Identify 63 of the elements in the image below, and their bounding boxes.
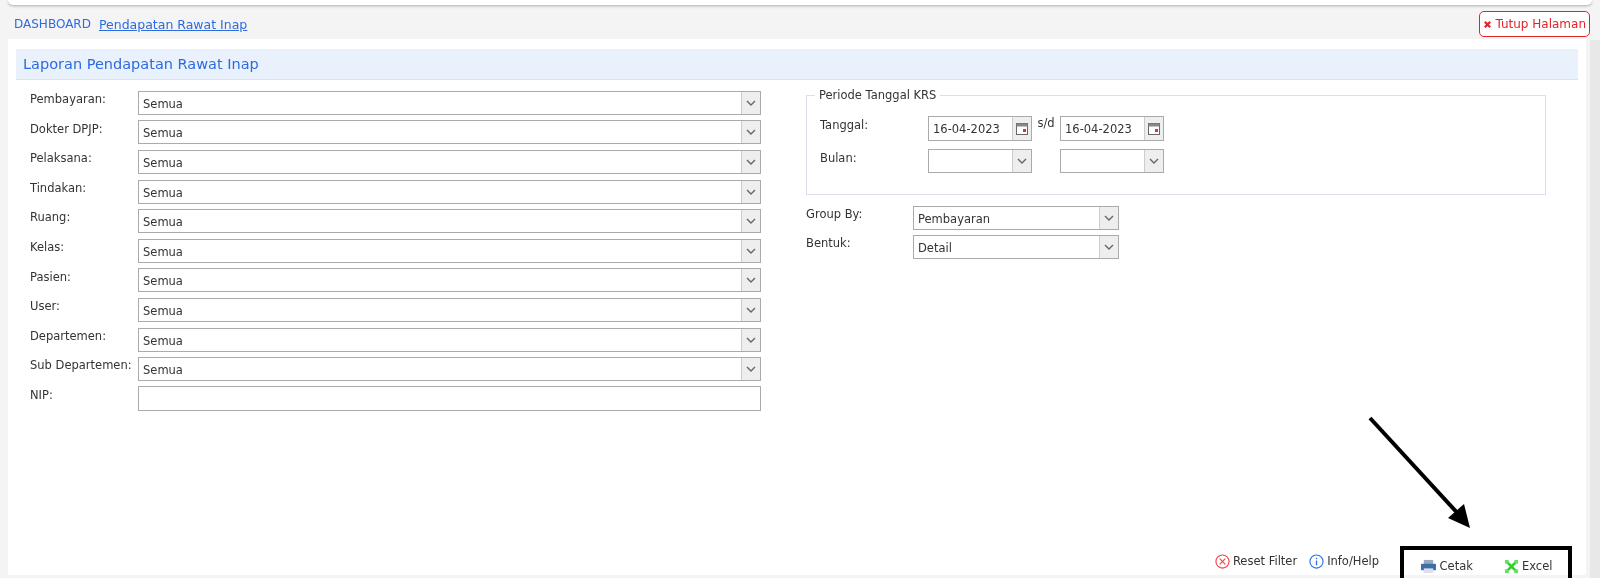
field-label: Dokter DPJP: — [30, 120, 104, 136]
field-label: Pembayaran: — [30, 91, 107, 106]
dropdown-caret-icon[interactable] — [741, 210, 760, 233]
dropdown-caret-icon[interactable] — [741, 239, 760, 262]
calendar-icon[interactable] — [1012, 117, 1031, 140]
dropdown-caret-icon[interactable] — [741, 358, 760, 381]
dropdown-field[interactable]: Semua — [138, 327, 761, 352]
dropdown-field[interactable]: Semua — [138, 238, 761, 263]
dropdown-field[interactable]: Semua — [138, 209, 761, 234]
fieldset-legend: Periode Tanggal KRS — [815, 88, 941, 102]
print-button[interactable]: Cetak — [1416, 558, 1476, 574]
field-label: Kelas: — [30, 238, 66, 254]
dropdown-caret-icon[interactable] — [1144, 150, 1163, 172]
dropdown-field[interactable] — [1060, 149, 1164, 173]
field-label: Tindakan: — [30, 179, 88, 195]
input-field[interactable] — [138, 386, 761, 412]
dropdown-caret-icon[interactable] — [741, 91, 760, 114]
export-button[interactable]: Excel — [1500, 558, 1556, 574]
dropdown-field[interactable]: Semua — [138, 150, 761, 174]
help-button[interactable]: Info/Help — [1306, 553, 1382, 569]
dropdown-caret-icon[interactable] — [741, 269, 760, 292]
range-separator: s/d — [1036, 116, 1056, 130]
field-label: Bulan: — [820, 150, 858, 165]
dropdown-caret-icon[interactable] — [741, 180, 760, 203]
field-label: Pelaksana: — [30, 150, 93, 166]
close-icon — [1483, 19, 1493, 29]
dropdown-field[interactable]: Detail — [913, 234, 1119, 259]
printer-icon — [1419, 558, 1437, 574]
dropdown-caret-icon[interactable] — [741, 328, 760, 351]
date-field[interactable]: 16-04-2023 — [928, 116, 1032, 141]
dropdown-caret-icon[interactable] — [1099, 206, 1118, 229]
dropdown-field[interactable] — [928, 149, 1032, 173]
info-icon — [1309, 553, 1325, 569]
close-page-button[interactable]: Tutup Halaman — [1479, 11, 1590, 37]
field-label: Pasien: — [30, 268, 72, 284]
breadcrumb-link[interactable]: DASHBOARD — [14, 17, 91, 31]
dropdown-field[interactable]: Semua — [138, 357, 761, 382]
reset-icon — [1214, 553, 1230, 569]
field-label: Tanggal: — [820, 117, 870, 132]
calendar-icon[interactable] — [1144, 117, 1163, 140]
dropdown-caret-icon[interactable] — [1099, 235, 1118, 258]
field-label: NIP: — [30, 386, 54, 402]
dropdown-field[interactable]: Semua — [138, 179, 761, 204]
dropdown-caret-icon[interactable] — [741, 121, 760, 144]
dropdown-field[interactable]: Pembayaran — [913, 205, 1119, 230]
breadcrumb-link[interactable]: Pendapatan Rawat Inap — [98, 16, 248, 32]
dropdown-field[interactable]: Semua — [138, 268, 761, 293]
spreadsheet-icon — [1503, 558, 1519, 574]
reset-filter-button[interactable]: Reset Filter — [1211, 553, 1301, 569]
dropdown-caret-icon[interactable] — [1012, 150, 1031, 172]
dropdown-caret-icon[interactable] — [741, 298, 760, 321]
field-label: Departemen: — [30, 327, 108, 343]
field-label: Group By: — [806, 206, 864, 221]
date-field[interactable]: 16-04-2023 — [1060, 116, 1164, 141]
dropdown-caret-icon[interactable] — [741, 151, 760, 173]
dropdown-field[interactable]: Semua — [138, 120, 761, 145]
panel-title: Laporan Pendapatan Rawat Inap — [23, 56, 259, 72]
field-label: User: — [30, 298, 61, 314]
dropdown-field[interactable]: Semua — [138, 90, 761, 115]
field-label: Sub Departemen: — [30, 357, 133, 373]
field-label: Bentuk: — [806, 235, 852, 250]
field-label: Ruang: — [30, 209, 72, 225]
dropdown-field[interactable]: Semua — [138, 297, 761, 322]
